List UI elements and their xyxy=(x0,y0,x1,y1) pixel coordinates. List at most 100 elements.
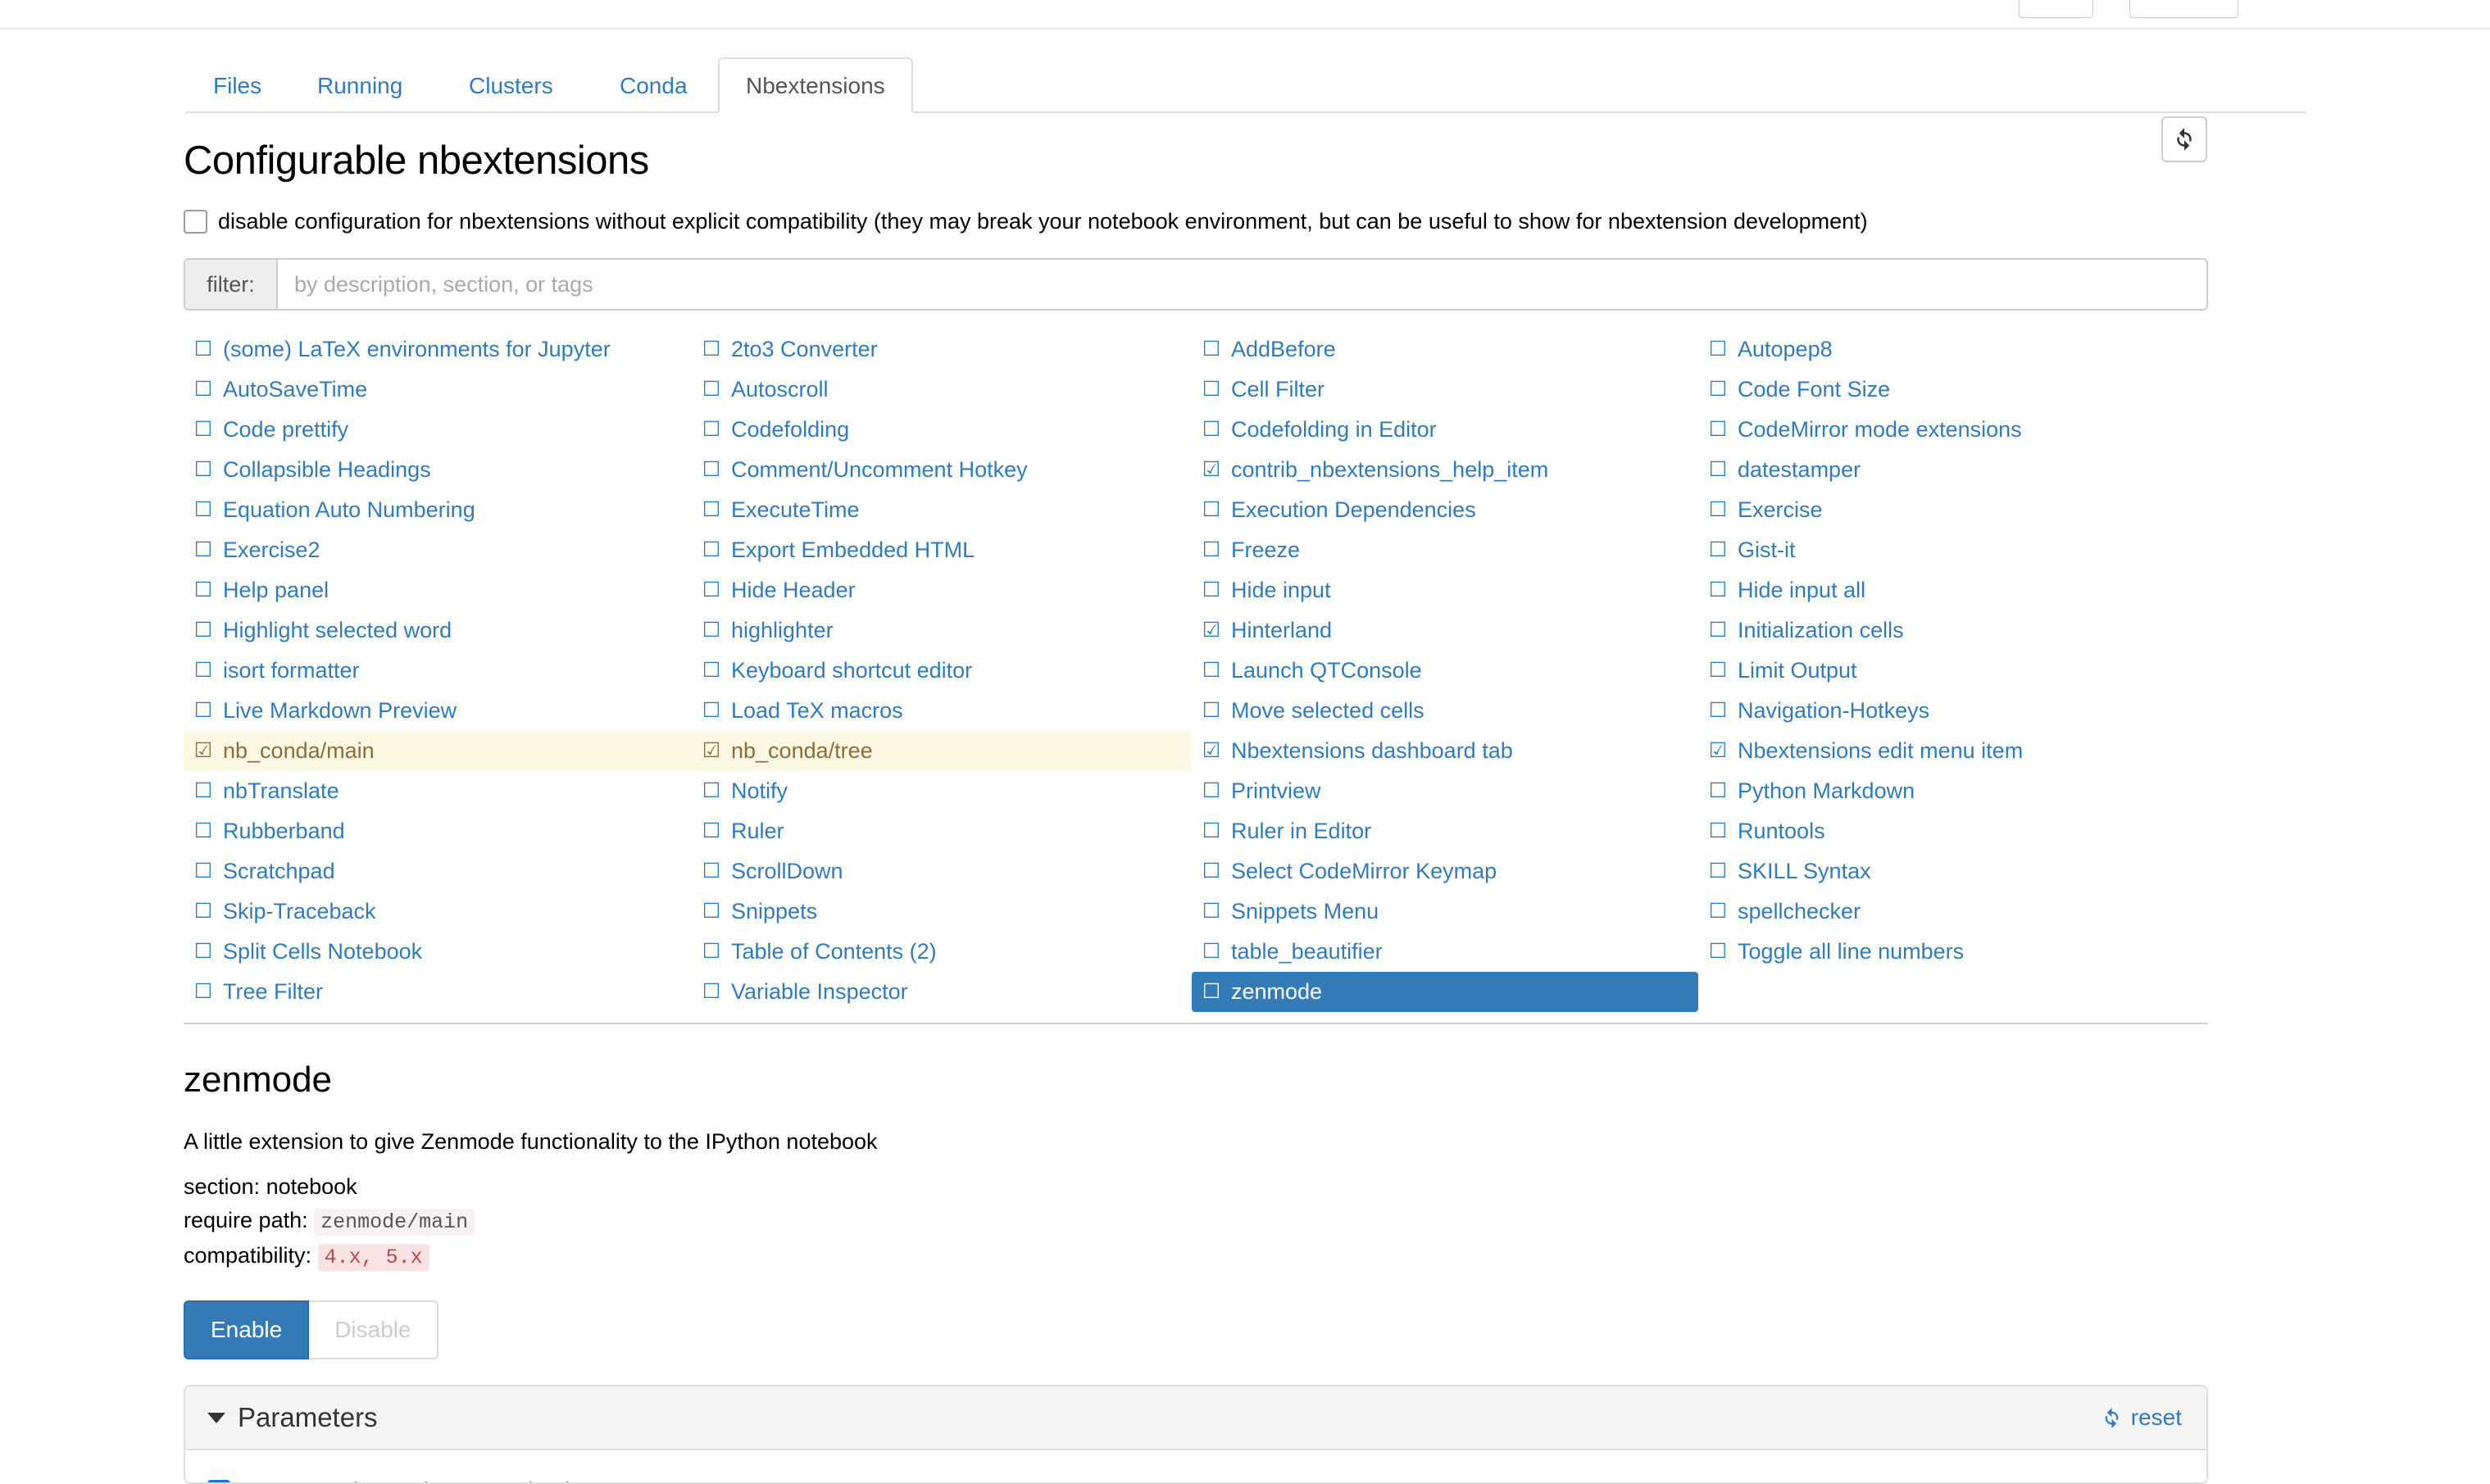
checkbox-unchecked-icon[interactable]: ☐ xyxy=(702,580,721,601)
checkbox-unchecked-icon[interactable]: ☐ xyxy=(193,339,213,360)
extension-row[interactable]: ☐ Code prettify xyxy=(184,410,692,450)
extension-row[interactable]: ☐ Hide Header xyxy=(692,570,1192,610)
checkbox-unchecked-icon[interactable]: ☐ xyxy=(193,701,213,721)
checkbox-unchecked-icon[interactable]: ☐ xyxy=(1202,861,1221,882)
extension-row[interactable]: ☐ ExecuteTime xyxy=(692,490,1192,530)
checkbox-checked-icon[interactable]: ☑ xyxy=(1202,741,1221,761)
extension-row[interactable]: ☐ Execution Dependencies xyxy=(1192,490,1698,530)
checkbox-unchecked-icon[interactable]: ☐ xyxy=(702,500,721,520)
extension-row[interactable]: ☑ Hinterland xyxy=(1192,610,1698,651)
extension-row[interactable]: ☐ ScrollDown xyxy=(692,851,1192,892)
tab-files[interactable]: Files xyxy=(185,57,289,113)
extension-row[interactable]: ☐ Printview xyxy=(1192,771,1698,811)
extension-row[interactable]: ☐ Launch QTConsole xyxy=(1192,651,1698,691)
extension-row[interactable]: ☐ Load TeX macros xyxy=(692,691,1192,731)
tab-nbextensions[interactable]: Nbextensions xyxy=(718,57,913,113)
checkbox-unchecked-icon[interactable]: ☐ xyxy=(1202,901,1221,922)
extension-row[interactable]: ☐ Limit Output xyxy=(1698,651,2208,691)
tab-conda[interactable]: Conda xyxy=(592,57,716,113)
extension-row[interactable]: ☐ Table of Contents (2) xyxy=(692,932,1192,972)
extension-row[interactable]: ☐ table_beautifier xyxy=(1192,932,1698,972)
chevron-down-icon[interactable] xyxy=(207,1412,225,1423)
extension-row[interactable]: ☐ Python Markdown xyxy=(1698,771,2208,811)
checkbox-unchecked-icon[interactable]: ☐ xyxy=(193,821,213,842)
checkbox-unchecked-icon[interactable]: ☐ xyxy=(193,540,213,560)
refresh-button[interactable] xyxy=(2161,116,2207,162)
extension-row[interactable]: ☐ AddBefore xyxy=(1192,329,1698,370)
checkbox-unchecked-icon[interactable]: ☐ xyxy=(1708,861,1728,882)
checkbox-unchecked-icon[interactable]: ☐ xyxy=(193,580,213,601)
checkbox-unchecked-icon[interactable]: ☐ xyxy=(193,942,213,962)
reset-button[interactable]: reset xyxy=(2101,1405,2182,1431)
checkbox-unchecked-icon[interactable]: ☐ xyxy=(702,420,721,440)
extension-row[interactable]: ☐ Autoscroll xyxy=(692,370,1192,410)
extension-row[interactable]: ☐ Freeze xyxy=(1192,530,1698,570)
checkbox-unchecked-icon[interactable]: ☐ xyxy=(702,942,721,962)
jupyter-logo[interactable] xyxy=(200,0,348,18)
extension-row[interactable]: ☐ Autopep8 xyxy=(1698,329,2208,370)
extension-row[interactable]: ☐ Hide input all xyxy=(1698,570,2208,610)
checkbox-unchecked-icon[interactable]: ☐ xyxy=(702,339,721,360)
extension-row[interactable]: ☐ Snippets xyxy=(692,892,1192,932)
extension-row[interactable]: ☐ CodeMirror mode extensions xyxy=(1698,410,2208,450)
extension-row[interactable]: ☐ Rubberband xyxy=(184,811,692,851)
checkbox-unchecked-icon[interactable]: ☐ xyxy=(193,620,213,641)
disable-button[interactable]: Disable xyxy=(309,1300,438,1359)
extension-row[interactable]: ☐ Navigation-Hotkeys xyxy=(1698,691,2208,731)
checkbox-unchecked-icon[interactable]: ☐ xyxy=(1202,379,1221,400)
extension-row[interactable]: ☐ Comment/Uncomment Hotkey xyxy=(692,450,1192,490)
extension-row[interactable]: ☐ nbTranslate xyxy=(184,771,692,811)
extension-row[interactable]: ☐ Variable Inspector xyxy=(692,972,1192,1012)
checkbox-unchecked-icon[interactable]: ☐ xyxy=(1202,821,1221,842)
header-button-1[interactable] xyxy=(2019,0,2093,18)
checkbox-unchecked-icon[interactable]: ☐ xyxy=(1708,339,1728,360)
extension-row[interactable]: ☐ Snippets Menu xyxy=(1192,892,1698,932)
extension-row[interactable]: ☐ Initialization cells xyxy=(1698,610,2208,651)
checkbox-unchecked-icon[interactable]: ☐ xyxy=(1202,942,1221,962)
checkbox-unchecked-icon[interactable]: ☐ xyxy=(702,660,721,681)
checkbox-unchecked-icon[interactable]: ☐ xyxy=(702,861,721,882)
checkbox-unchecked-icon[interactable]: ☐ xyxy=(702,982,721,1002)
enable-button[interactable]: Enable xyxy=(184,1300,310,1359)
extension-row[interactable]: ☐ Tree Filter xyxy=(184,972,692,1012)
checkbox-unchecked-icon[interactable]: ☐ xyxy=(193,660,213,681)
checkbox-unchecked-icon[interactable]: ☐ xyxy=(1708,942,1728,962)
extension-row[interactable]: ☐ Select CodeMirror Keymap xyxy=(1192,851,1698,892)
extension-row[interactable]: ☐ Cell Filter xyxy=(1192,370,1698,410)
extension-row[interactable]: ☐ Export Embedded HTML xyxy=(692,530,1192,570)
extension-row[interactable]: ☐ Collapsible Headings xyxy=(184,450,692,490)
extension-row[interactable]: ☐ spellchecker xyxy=(1698,892,2208,932)
extension-row[interactable]: ☑ contrib_nbextensions_help_item xyxy=(1192,450,1698,490)
checkbox-unchecked-icon[interactable]: ☐ xyxy=(193,420,213,440)
tab-clusters[interactable]: Clusters xyxy=(441,57,581,113)
extension-row[interactable]: ☐ Ruler xyxy=(692,811,1192,851)
checkbox-unchecked-icon[interactable]: ☐ xyxy=(193,982,213,1002)
extension-row[interactable]: ☐ Scratchpad xyxy=(184,851,692,892)
checkbox-unchecked-icon[interactable]: ☐ xyxy=(702,901,721,922)
checkbox-checked-icon[interactable]: ☑ xyxy=(1202,620,1221,641)
checkbox-unchecked-icon[interactable]: ☐ xyxy=(193,861,213,882)
checkbox-unchecked-icon[interactable]: ☐ xyxy=(1202,781,1221,801)
checkbox-unchecked-icon[interactable]: ☐ xyxy=(193,460,213,480)
checkbox-unchecked-icon[interactable]: ☐ xyxy=(1708,379,1728,400)
checkbox-checked-icon[interactable]: ☑ xyxy=(1202,460,1221,480)
extension-row[interactable]: ☐ highlighter xyxy=(692,610,1192,651)
extension-row[interactable]: ☑ Nbextensions dashboard tab xyxy=(1192,731,1698,771)
checkbox-unchecked-icon[interactable]: ☐ xyxy=(1708,420,1728,440)
extension-row[interactable]: ☐ zenmode xyxy=(1192,972,1698,1012)
extension-row[interactable]: ☐ Skip-Traceback xyxy=(184,892,692,932)
checkbox-unchecked-icon[interactable]: ☐ xyxy=(193,901,213,922)
checkbox-unchecked-icon[interactable]: ☐ xyxy=(1202,339,1221,360)
extension-row[interactable]: ☐ Gist-it xyxy=(1698,530,2208,570)
extension-row[interactable]: ☑ nb_conda/tree xyxy=(692,731,1192,771)
checkbox-unchecked-icon[interactable]: ☐ xyxy=(1708,660,1728,681)
checkbox-unchecked-icon[interactable]: ☐ xyxy=(702,620,721,641)
extension-row[interactable]: ☑ nb_conda/main xyxy=(184,731,692,771)
extension-row[interactable]: ☐ Help panel xyxy=(184,570,692,610)
tab-running[interactable]: Running xyxy=(289,57,430,113)
extension-row[interactable]: ☐ datestamper xyxy=(1698,450,2208,490)
checkbox-unchecked-icon[interactable]: ☐ xyxy=(1202,982,1221,1002)
extension-row[interactable]: ☐ Code Font Size xyxy=(1698,370,2208,410)
checkbox-unchecked-icon[interactable]: ☐ xyxy=(1708,540,1728,560)
extension-row[interactable]: ☐ Toggle all line numbers xyxy=(1698,932,2208,972)
